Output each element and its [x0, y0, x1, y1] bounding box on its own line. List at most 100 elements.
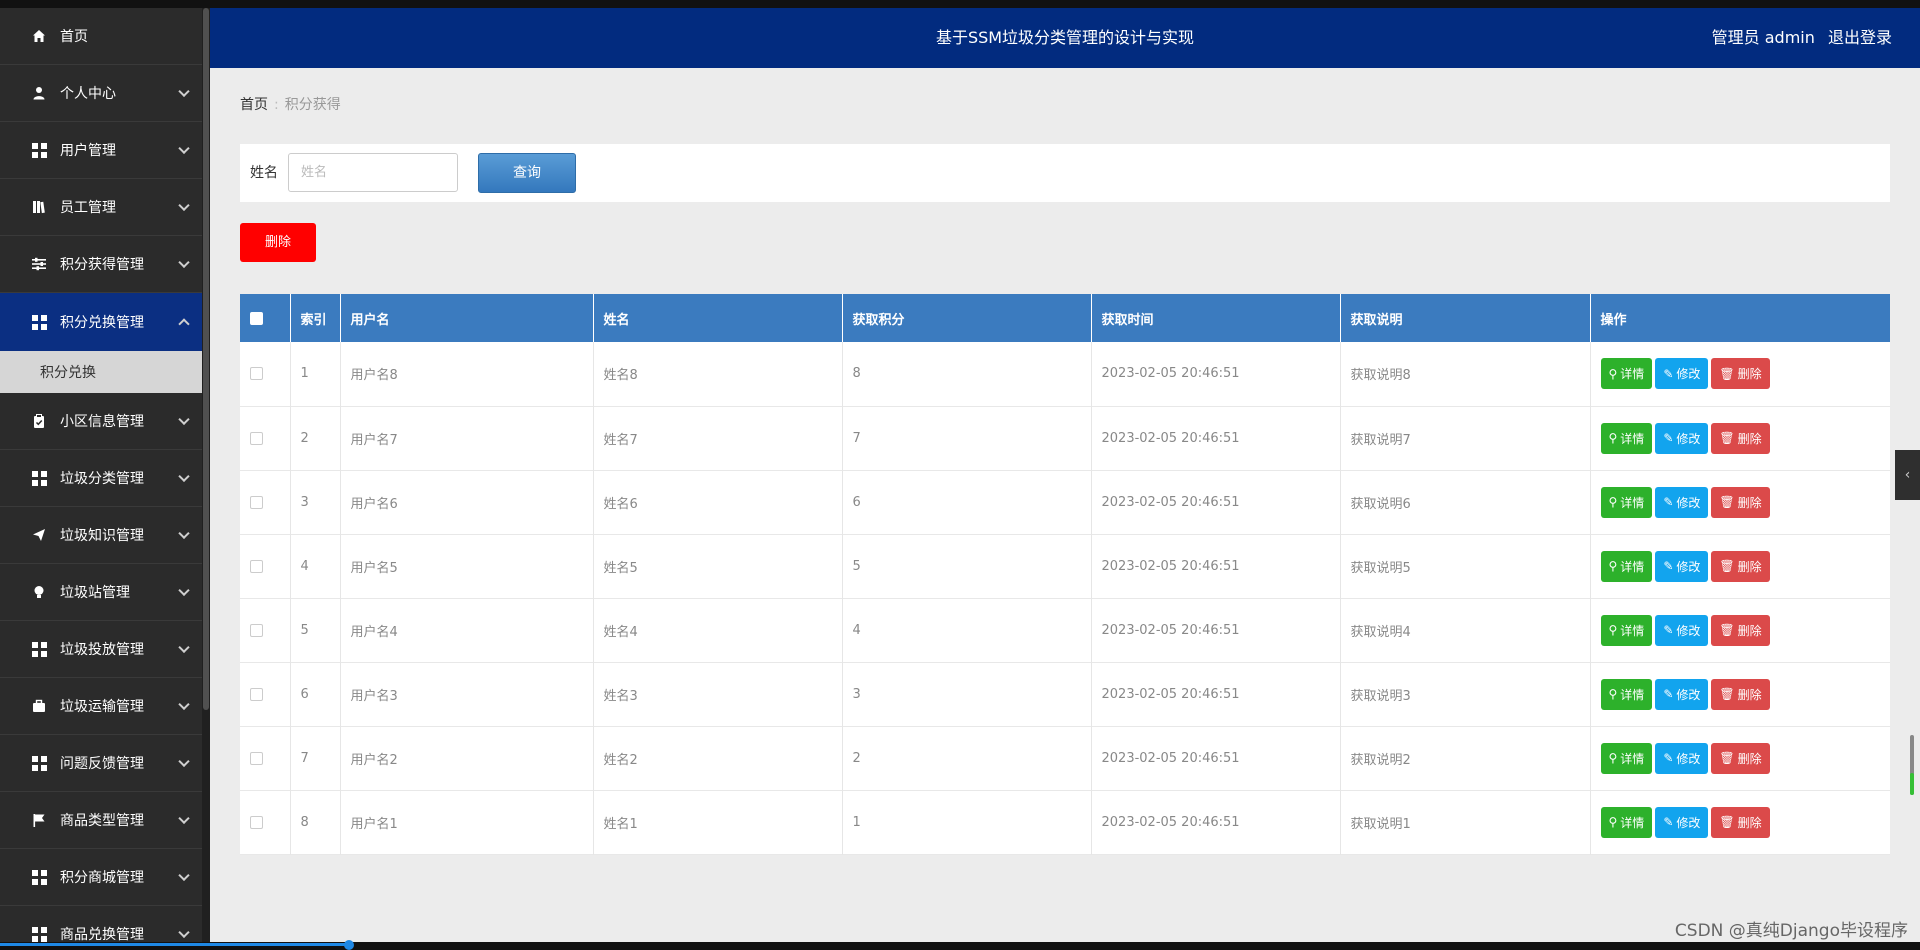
edit-button[interactable]: ✎ 修改: [1655, 614, 1709, 646]
sidebar-subitem-points-exchange[interactable]: 积分兑换: [0, 351, 210, 393]
edit-button[interactable]: ✎ 修改: [1655, 678, 1709, 710]
chevron-down-icon: [178, 812, 190, 825]
sidebar-item-7[interactable]: 垃圾分类管理: [0, 450, 210, 507]
cell-time: 2023-02-05 20:46:51: [1090, 342, 1340, 406]
cell-points: 2: [841, 726, 1091, 790]
detail-button[interactable]: ⚲ 详情: [1600, 678, 1653, 710]
edit-button[interactable]: ✎ 修改: [1655, 806, 1709, 838]
sidebar-scroll-thumb[interactable]: [203, 8, 209, 710]
sidebar-item-11[interactable]: 垃圾运输管理: [0, 678, 210, 735]
column-header-points: 获取积分: [841, 294, 1091, 342]
collapse-panel-tab[interactable]: ‹: [1895, 450, 1920, 500]
page-scrollbar[interactable]: [1910, 735, 1914, 795]
chevron-down-icon: [178, 641, 190, 654]
pencil-icon: ✎: [1663, 623, 1674, 637]
chevron-down-icon: [178, 142, 190, 155]
detail-label: 详情: [1620, 815, 1645, 830]
pencil-icon: ✎: [1663, 751, 1674, 765]
sidebar-item-1[interactable]: 个人中心: [0, 65, 210, 122]
row-checkbox[interactable]: [250, 751, 263, 765]
sidebar-item-5[interactable]: 积分兑换管理: [0, 293, 210, 351]
edit-button[interactable]: ✎ 修改: [1655, 550, 1709, 582]
chevron-up-icon: [178, 318, 190, 330]
row-checkbox[interactable]: [250, 431, 263, 445]
select-all-checkbox[interactable]: [250, 311, 263, 325]
main-content: 首页: 积分获得 姓名 查询 删除 索引 用户名 姓名 获取积分 获取时间 获取说…: [210, 68, 1920, 942]
edit-button[interactable]: ✎ 修改: [1655, 742, 1709, 774]
breadcrumb-home[interactable]: 首页: [240, 97, 268, 113]
pencil-icon: ✎: [1663, 431, 1674, 445]
detail-button[interactable]: ⚲ 详情: [1600, 358, 1653, 390]
delete-button[interactable]: 🗑 删除: [1711, 422, 1770, 454]
sidebar-item-0[interactable]: 首页: [0, 8, 210, 65]
table-header-row: 索引 用户名 姓名 获取积分 获取时间 获取说明 操作: [240, 294, 1890, 342]
sidebar-item-14[interactable]: 积分商城管理: [0, 849, 210, 906]
detail-button[interactable]: ⚲ 详情: [1600, 806, 1653, 838]
column-header-username: 用户名: [339, 294, 593, 342]
sidebar-item-13[interactable]: 商品类型管理: [0, 792, 210, 849]
cell-index: 8: [289, 790, 340, 854]
name-search-input[interactable]: [288, 153, 458, 192]
cell-index: 2: [289, 406, 340, 470]
edit-button[interactable]: ✎ 修改: [1655, 422, 1709, 454]
detail-button[interactable]: ⚲ 详情: [1600, 422, 1653, 454]
cell-description: 获取说明8: [1339, 342, 1590, 406]
delete-button[interactable]: 🗑 删除: [1711, 742, 1770, 774]
send-icon: [31, 527, 47, 543]
row-checkbox[interactable]: [250, 687, 263, 701]
sidebar-scrollbar[interactable]: [202, 8, 210, 942]
edit-button[interactable]: ✎ 修改: [1655, 486, 1709, 518]
progress-fill: [0, 943, 350, 946]
delete-button[interactable]: 🗑 删除: [1711, 358, 1770, 390]
sidebar-item-8[interactable]: 垃圾知识管理: [0, 507, 210, 564]
query-button[interactable]: 查询: [478, 153, 576, 193]
sidebar-item-3[interactable]: 员工管理: [0, 179, 210, 236]
detail-button[interactable]: ⚲ 详情: [1600, 614, 1653, 646]
row-checkbox[interactable]: [250, 559, 263, 573]
detail-button[interactable]: ⚲ 详情: [1600, 550, 1653, 582]
cell-time: 2023-02-05 20:46:51: [1090, 726, 1340, 790]
sidebar-item-6[interactable]: 小区信息管理: [0, 393, 210, 450]
delete-button[interactable]: 🗑 删除: [1711, 614, 1770, 646]
cell-username: 用户名7: [339, 406, 593, 470]
edit-button[interactable]: ✎ 修改: [1655, 358, 1709, 390]
sidebar-item-label: 商品类型管理: [60, 813, 144, 829]
top-header: 基于SSM垃圾分类管理的设计与实现 管理员 admin 退出登录: [210, 8, 1920, 68]
sidebar-item-12[interactable]: 问题反馈管理: [0, 735, 210, 792]
sidebar-nav: 首页 个人中心 用户管理 员工管理 积分获得管理 积分兑换管理 积分兑换 小区信息管理 垃圾分类…: [0, 8, 210, 942]
logout-link[interactable]: 退出登录: [1828, 28, 1892, 47]
sidebar-item-2[interactable]: 用户管理: [0, 122, 210, 179]
row-checkbox[interactable]: [250, 495, 263, 509]
sidebar-item-4[interactable]: 积分获得管理: [0, 236, 210, 293]
sidebar: 首页 个人中心 用户管理 员工管理 积分获得管理 积分兑换管理 积分兑换 小区信息管理 垃圾分类…: [0, 8, 210, 942]
sidebar-item-9[interactable]: 垃圾站管理: [0, 564, 210, 621]
table-row: 1 用户名8 姓名8 8 2023-02-05 20:46:51 获取说明8 ⚲ 详情 ✎ 修改 🗑…: [240, 342, 1890, 406]
row-checkbox[interactable]: [250, 623, 263, 637]
pencil-icon: ✎: [1663, 815, 1674, 829]
edit-label: 修改: [1676, 687, 1701, 702]
delete-button[interactable]: 🗑 删除: [1711, 806, 1770, 838]
delete-label: 删除: [1737, 559, 1762, 574]
edit-label: 修改: [1676, 559, 1701, 574]
edit-label: 修改: [1676, 751, 1701, 766]
cell-username: 用户名8: [339, 342, 593, 406]
cell-actions: ⚲ 详情 ✎ 修改 🗑 删除: [1589, 662, 1890, 726]
delete-button[interactable]: 🗑 删除: [1711, 678, 1770, 710]
row-checkbox[interactable]: [250, 815, 263, 829]
detail-button[interactable]: ⚲ 详情: [1600, 742, 1653, 774]
page-scroll-thumb[interactable]: [1910, 773, 1914, 795]
cell-username: 用户名4: [339, 598, 593, 662]
progress-handle[interactable]: [344, 940, 354, 950]
batch-delete-button[interactable]: 删除: [240, 223, 316, 262]
row-select-cell: [240, 790, 290, 854]
detail-button[interactable]: ⚲ 详情: [1600, 486, 1653, 518]
sidebar-item-15[interactable]: 商品兑换管理: [0, 906, 210, 942]
row-checkbox[interactable]: [250, 367, 263, 381]
sidebar-item-10[interactable]: 垃圾投放管理: [0, 621, 210, 678]
pencil-icon: ✎: [1663, 687, 1674, 701]
edit-label: 修改: [1676, 623, 1701, 638]
detail-label: 详情: [1620, 623, 1645, 638]
cell-actions: ⚲ 详情 ✎ 修改 🗑 删除: [1589, 342, 1890, 406]
delete-button[interactable]: 🗑 删除: [1711, 486, 1770, 518]
delete-button[interactable]: 🗑 删除: [1711, 550, 1770, 582]
